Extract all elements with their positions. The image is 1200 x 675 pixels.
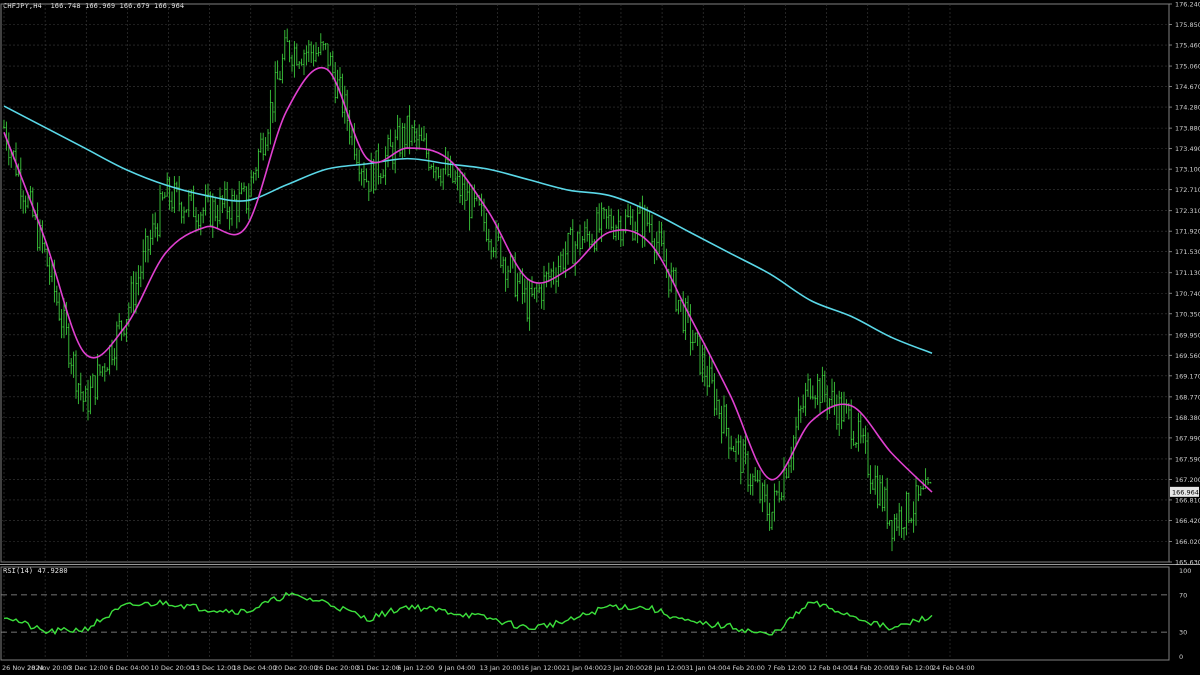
time-tick-label: 9 Jan 04:00 [438,664,475,672]
price-tick-label: 176.240 [1175,1,1200,9]
price-tick-label: 166.020 [1175,538,1200,546]
time-tick-label: 20 Dec 20:00 [274,664,318,672]
time-tick-label: 3 Dec 12:00 [68,664,108,672]
time-tick-label: 28 Jan 12:00 [644,664,685,672]
time-tick-label: 18 Dec 04:00 [233,664,277,672]
price-tick-label: 165.630 [1175,559,1200,567]
price-tick-label: 171.530 [1175,248,1200,256]
price-tick-label: 170.740 [1175,290,1200,298]
price-chart[interactable]: 176.240 175.850 175.460 175.060 174.670 174.2… [0,0,1200,675]
time-tick-label: 19 Feb 12:00 [891,664,934,672]
time-tick-label: 28 Nov 20:00 [27,664,71,672]
time-tick-label: 12 Feb 04:00 [809,664,852,672]
price-tick-label: 175.060 [1175,63,1200,71]
price-tick-label: 173.880 [1175,125,1200,133]
rsi-tick-label: 70 [1179,591,1187,599]
time-tick-label: 23 Jan 20:00 [603,664,644,672]
price-tick-label: 167.200 [1175,476,1200,484]
price-tick-label: 175.850 [1175,21,1200,29]
price-tick-label: 174.280 [1175,104,1200,112]
chart-grid [0,3,1200,661]
chart-axes: 176.240 175.850 175.460 175.060 174.670 174.2… [2,1,1200,673]
price-tick-label: 169.560 [1175,352,1200,360]
time-tick-label: 10 Dec 20:00 [151,664,195,672]
time-tick-label: 6 Jan 12:00 [397,664,434,672]
rsi-tick-label: 100 [1179,567,1191,575]
time-tick-label: 24 Feb 04:00 [932,664,975,672]
rsi-line [3,591,933,636]
time-tick-label: 31 Dec 12:00 [356,664,400,672]
moving-averages [3,66,933,493]
price-tick-label: 171.920 [1175,228,1200,236]
price-tick-label: 168.770 [1175,393,1200,401]
price-tick-label: 172.310 [1175,207,1200,215]
price-tick-label: 170.350 [1175,310,1200,318]
price-tick-label: 169.950 [1175,331,1200,339]
price-tick-label: 166.810 [1175,496,1200,504]
price-tick-label: 168.380 [1175,414,1200,422]
time-tick-label: 13 Dec 12:00 [192,664,236,672]
price-tick-label: 169.170 [1175,372,1200,380]
time-tick-label: 14 Feb 20:00 [850,664,893,672]
slow-moving-average-line [3,105,933,354]
price-tick-label: 171.130 [1175,269,1200,277]
price-tick-label: 173.490 [1175,145,1200,153]
price-tick-label: 167.990 [1175,434,1200,442]
fast-moving-average-line [3,66,933,493]
price-tick-label: 173.100 [1175,166,1200,174]
time-tick-label: 21 Jan 04:00 [562,664,603,672]
price-tick-label: 167.590 [1175,455,1200,463]
time-tick-label: 26 Dec 20:00 [315,664,359,672]
price-panel-frame [0,3,1170,563]
time-tick-label: 7 Feb 12:00 [767,664,806,672]
price-tick-label: 175.460 [1175,42,1200,50]
price-tick-label: 172.710 [1175,186,1200,194]
time-tick-label: 31 Jan 04:00 [685,664,726,672]
current-price-label: 166.964 [1172,488,1199,496]
price-tick-label: 166.420 [1175,517,1200,525]
price-tick-label: 174.670 [1175,83,1200,91]
rsi-tick-label: 30 [1179,629,1187,637]
rsi-tick-label: 0 [1179,653,1183,661]
time-tick-label: 6 Dec 04:00 [109,664,149,672]
time-tick-label: 13 Jan 20:00 [480,664,521,672]
rsi-panel [1,591,1169,636]
time-tick-label: 4 Feb 20:00 [726,664,765,672]
time-tick-label: 16 Jan 12:00 [521,664,562,672]
